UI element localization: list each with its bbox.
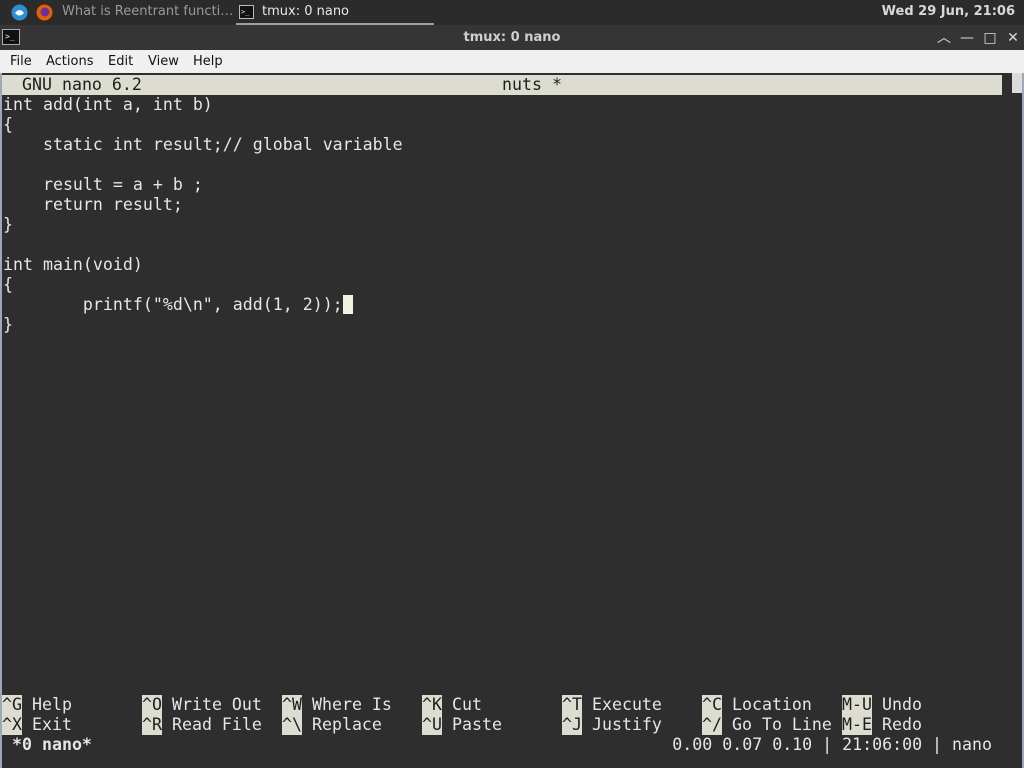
shortcut-help[interactable]: ^G Help	[2, 695, 72, 715]
nano-version: GNU nano 6.2	[22, 75, 142, 94]
nano-title-bar: GNU nano 6.2 nuts *	[2, 75, 1002, 95]
taskbar-item-terminal[interactable]: >_ tmux: 0 nano	[236, 0, 434, 25]
minimize-button[interactable]: —	[957, 28, 977, 48]
app-menu-icon[interactable]	[11, 4, 28, 21]
code-line: }	[3, 215, 13, 234]
code-line: int main(void)	[3, 255, 143, 274]
code-line: int add(int a, int b)	[3, 95, 213, 114]
shortcut-label: Where Is	[311, 695, 392, 714]
shortcut-label: Cut	[451, 695, 482, 714]
shade-button[interactable]: ︿	[934, 28, 954, 48]
window-title: tmux: 0 nano	[463, 30, 561, 45]
shortcut-go-to-line[interactable]: ^/ Go To Line	[702, 715, 832, 735]
shortcut-label: Replace	[311, 715, 382, 734]
tmux-status-right: 0.00 0.07 0.10 | 21:06:00 | nano	[672, 735, 992, 754]
code-line: printf("%d\n", add(1, 2));	[3, 295, 343, 314]
svg-text:>_: >_	[241, 8, 250, 16]
shortcut-exit[interactable]: ^X Exit	[2, 715, 72, 735]
menu-edit[interactable]: Edit	[108, 50, 133, 73]
shortcut-label: Exit	[31, 715, 72, 734]
taskbar-terminal-label: tmux: 0 nano	[262, 4, 350, 19]
window-titlebar[interactable]: tmux: 0 nano ︿ — □ ✕	[0, 25, 1024, 50]
taskbar-browser-label: What is Reentrant functi…	[62, 4, 232, 19]
chevron-up-icon: ︿	[937, 30, 951, 46]
shortcut-key: M-U	[842, 695, 872, 715]
shortcut-key: ^K	[422, 695, 442, 715]
shortcut-label: Paste	[451, 715, 502, 734]
text-cursor	[342, 295, 353, 314]
top-panel: What is Reentrant functi… >_ tmux: 0 nan…	[0, 0, 1024, 25]
shortcut-label: Go To Line	[731, 715, 832, 734]
shortcut-key: ^W	[282, 695, 302, 715]
shortcut-location[interactable]: ^C Location	[702, 695, 812, 715]
maximize-button[interactable]: □	[980, 28, 1000, 48]
code-line: result = a + b ;	[3, 175, 203, 194]
clock[interactable]: Wed 29 Jun, 21:06	[882, 0, 1015, 24]
shortcut-label: Read File	[171, 715, 262, 734]
shortcut-key: ^T	[562, 695, 582, 715]
menu-help[interactable]: Help	[193, 50, 223, 73]
minimize-icon: —	[960, 30, 974, 46]
terminal-icon: >_	[239, 5, 254, 19]
shortcut-label: Justify	[591, 715, 662, 734]
menu-file[interactable]: File	[10, 50, 32, 73]
tmux-status-bar: *0 nano* 0.00 0.07 0.10 | 21:06:00 | nan…	[2, 735, 1022, 755]
shortcut-key: ^C	[702, 695, 722, 715]
shortcut-key: ^O	[142, 695, 162, 715]
shortcut-read-file[interactable]: ^R Read File	[142, 715, 262, 735]
shortcut-key: ^U	[422, 715, 442, 735]
shortcut-key: ^\	[282, 715, 302, 735]
shortcut-where-is[interactable]: ^W Where Is	[282, 695, 392, 715]
shortcut-label: Undo	[881, 695, 922, 714]
terminal-area[interactable]: GNU nano 6.2 nuts * int add(int a, int b…	[0, 73, 1024, 768]
shortcut-justify[interactable]: ^J Justify	[562, 715, 662, 735]
maximize-icon: □	[983, 30, 997, 46]
code-line: {	[3, 275, 13, 294]
menu-actions[interactable]: Actions	[46, 50, 94, 73]
tmux-window-label[interactable]: *0 nano*	[12, 735, 92, 755]
shortcut-key: ^X	[2, 715, 22, 735]
shortcut-label: Write Out	[171, 695, 262, 714]
nano-filename: nuts *	[502, 75, 562, 94]
shortcut-label: Execute	[591, 695, 662, 714]
shortcut-redo[interactable]: M-E Redo	[842, 715, 922, 735]
shortcut-key: ^/	[702, 715, 722, 735]
shortcut-key: ^R	[142, 715, 162, 735]
code-line: {	[3, 115, 13, 134]
shortcut-write-out[interactable]: ^O Write Out	[142, 695, 262, 715]
shortcut-key: M-E	[842, 715, 872, 735]
menu-view[interactable]: View	[148, 50, 179, 73]
scrollbar[interactable]	[1012, 73, 1022, 93]
code-line-cursor-row: printf("%d\n", add(1, 2));	[3, 295, 353, 315]
shortcut-undo[interactable]: M-U Undo	[842, 695, 922, 715]
code-line: }	[3, 315, 13, 334]
close-icon: ✕	[1007, 30, 1019, 46]
shortcut-key: ^J	[562, 715, 582, 735]
code-line: return result;	[3, 195, 183, 214]
taskbar-item-browser[interactable]: What is Reentrant functi…	[40, 0, 232, 25]
code-line: static int result;// global variable	[3, 135, 403, 154]
shortcut-execute[interactable]: ^T Execute	[562, 695, 662, 715]
menu-bar: File Actions Edit View Help	[0, 50, 1024, 73]
shortcut-label: Redo	[881, 715, 922, 734]
shortcut-label: Help	[31, 695, 72, 714]
shortcut-paste[interactable]: ^U Paste	[422, 715, 502, 735]
shortcut-cut[interactable]: ^K Cut	[422, 695, 482, 715]
shortcut-replace[interactable]: ^\ Replace	[282, 715, 382, 735]
shortcut-key: ^G	[2, 695, 22, 715]
close-button[interactable]: ✕	[1003, 28, 1023, 48]
shortcut-label: Location	[731, 695, 812, 714]
